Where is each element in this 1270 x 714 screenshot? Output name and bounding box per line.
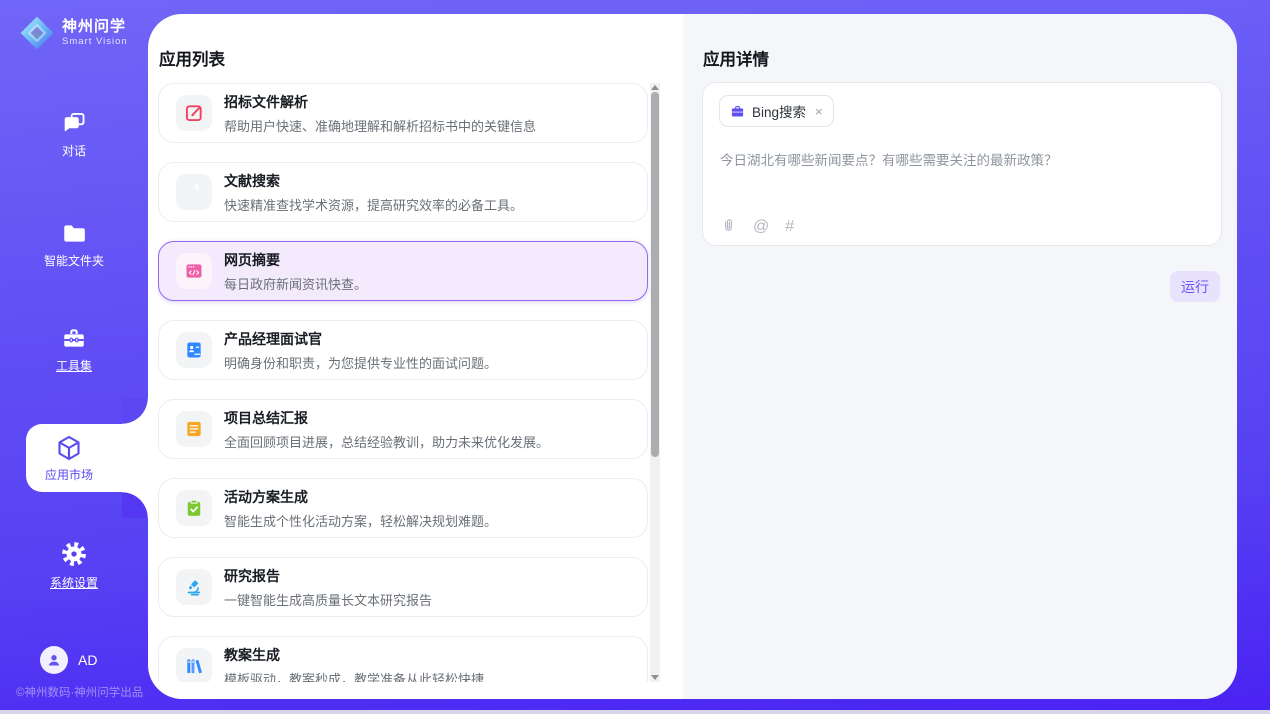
sidebar-item-smart-folder[interactable]: 智能文件夹 <box>0 220 148 269</box>
briefcase-icon <box>730 104 745 119</box>
app-name: 教案生成 <box>224 645 484 665</box>
brand-logo: 神州问学 Smart Vision <box>19 15 128 51</box>
app-card[interactable]: 网页摘要每日政府新闻资讯快查。 <box>158 241 648 301</box>
scrollbar-thumb[interactable] <box>651 92 659 457</box>
app-desc: 帮助用户快速、准确地理解和解析招标书中的关键信息 <box>224 116 536 135</box>
main-content: 应用详情 Bing搜索 × 今日湖北有哪些新闻要点？有哪些需要关注的最新政策？ … <box>148 14 1237 699</box>
sidebar-item-label: 应用市场 <box>45 466 93 483</box>
detail-panel-title: 应用详情 <box>703 46 769 70</box>
avatar <box>40 646 68 674</box>
hashtag-icon[interactable]: # <box>785 218 794 236</box>
app-name: 网页摘要 <box>224 250 367 270</box>
app-card[interactable]: 文献搜索快速精准查找学术资源，提高研究效率的必备工具。 <box>158 162 648 222</box>
resume-icon <box>176 332 212 368</box>
copyright-footer: ©神州数码·神州问学出品 <box>16 684 143 700</box>
app-desc: 快速精准查找学术资源，提高研究效率的必备工具。 <box>224 195 523 214</box>
sidebar-item-label: 工具集 <box>56 357 92 374</box>
app-desc: 全面回顾项目进展，总结经验教训，助力未来优化发展。 <box>224 432 549 451</box>
app-card[interactable]: 研究报告一键智能生成高质量长文本研究报告 <box>158 557 648 617</box>
app-name: 文献搜索 <box>224 171 523 191</box>
list-scrollbar[interactable] <box>650 83 660 682</box>
query-input[interactable]: 今日湖北有哪些新闻要点？有哪些需要关注的最新政策？ <box>720 151 1200 171</box>
sidebar-item-settings[interactable]: 系统设置 <box>0 540 148 591</box>
window-bottom-edge <box>0 710 1270 714</box>
chip-close-icon[interactable]: × <box>815 104 823 119</box>
browser-icon <box>176 253 212 289</box>
person-icon <box>45 651 63 669</box>
run-button[interactable]: 运行 <box>1170 271 1220 302</box>
app-name: 招标文件解析 <box>224 92 536 112</box>
app-desc: 一键智能生成高质量长文本研究报告 <box>224 590 432 609</box>
chat-icon <box>61 110 87 136</box>
app-card[interactable]: 产品经理面试官明确身份和职责，为您提供专业性的面试问题。 <box>158 320 648 380</box>
app-name: 项目总结汇报 <box>224 408 549 428</box>
app-card[interactable]: 招标文件解析帮助用户快速、准确地理解和解析招标书中的关键信息 <box>158 83 648 143</box>
toolbox-icon <box>61 325 87 351</box>
book-icon <box>176 174 212 210</box>
attachment-toolbar: @ # <box>720 217 794 236</box>
tool-chip-bing[interactable]: Bing搜索 × <box>719 95 834 127</box>
app-name: 研究报告 <box>224 566 432 586</box>
app-card[interactable]: 项目总结汇报全面回顾项目进展，总结经验教训，助力未来优化发展。 <box>158 399 648 459</box>
list-panel-title: 应用列表 <box>159 46 225 70</box>
clipboard-icon <box>176 490 212 526</box>
sidebar-item-app-market[interactable]: 应用市场 <box>26 424 148 492</box>
scroll-up-icon[interactable] <box>651 85 659 90</box>
paperclip-icon[interactable] <box>720 217 737 236</box>
app-name: 活动方案生成 <box>224 487 497 507</box>
brand-diamond-icon <box>19 15 55 51</box>
tool-chip-label: Bing搜索 <box>752 101 806 121</box>
app-card[interactable]: 活动方案生成智能生成个性化活动方案，轻松解决规划难题。 <box>158 478 648 538</box>
user-account[interactable]: AD <box>40 646 97 674</box>
brand-name: 神州问学 <box>62 19 128 36</box>
app-list: 招标文件解析帮助用户快速、准确地理解和解析招标书中的关键信息文献搜索快速精准查找… <box>158 83 650 682</box>
app-desc: 明确身份和职责，为您提供专业性的面试问题。 <box>224 353 497 372</box>
app-detail-panel: 应用详情 Bing搜索 × 今日湖北有哪些新闻要点？有哪些需要关注的最新政策？ … <box>683 14 1237 699</box>
app-desc: 智能生成个性化活动方案，轻松解决规划难题。 <box>224 511 497 530</box>
sidebar-item-toolset[interactable]: 工具集 <box>0 325 148 374</box>
books-icon <box>176 648 212 682</box>
brand-subtitle: Smart Vision <box>62 37 128 47</box>
scroll-down-icon[interactable] <box>651 675 659 680</box>
sidebar-item-label: 对话 <box>62 142 86 159</box>
edit-square-icon <box>176 95 212 131</box>
gear-icon <box>60 540 88 568</box>
microscope-icon <box>176 569 212 605</box>
app-desc: 模板驱动，教案秒成，教学准备从此轻松快捷 <box>224 669 484 683</box>
app-desc: 每日政府新闻资讯快查。 <box>224 274 367 293</box>
sidebar-item-label: 系统设置 <box>50 574 98 591</box>
app-card[interactable]: 教案生成模板驱动，教案秒成，教学准备从此轻松快捷 <box>158 636 648 682</box>
folder-icon <box>61 220 87 246</box>
cube-icon <box>54 433 84 463</box>
sidebar-item-label: 智能文件夹 <box>44 252 104 269</box>
mention-icon[interactable]: @ <box>753 218 769 236</box>
prompt-card: Bing搜索 × 今日湖北有哪些新闻要点？有哪些需要关注的最新政策？ @ # <box>702 82 1222 246</box>
user-initials: AD <box>78 652 97 668</box>
note-icon <box>176 411 212 447</box>
sidebar-item-chat[interactable]: 对话 <box>0 110 148 159</box>
app-name: 产品经理面试官 <box>224 329 497 349</box>
